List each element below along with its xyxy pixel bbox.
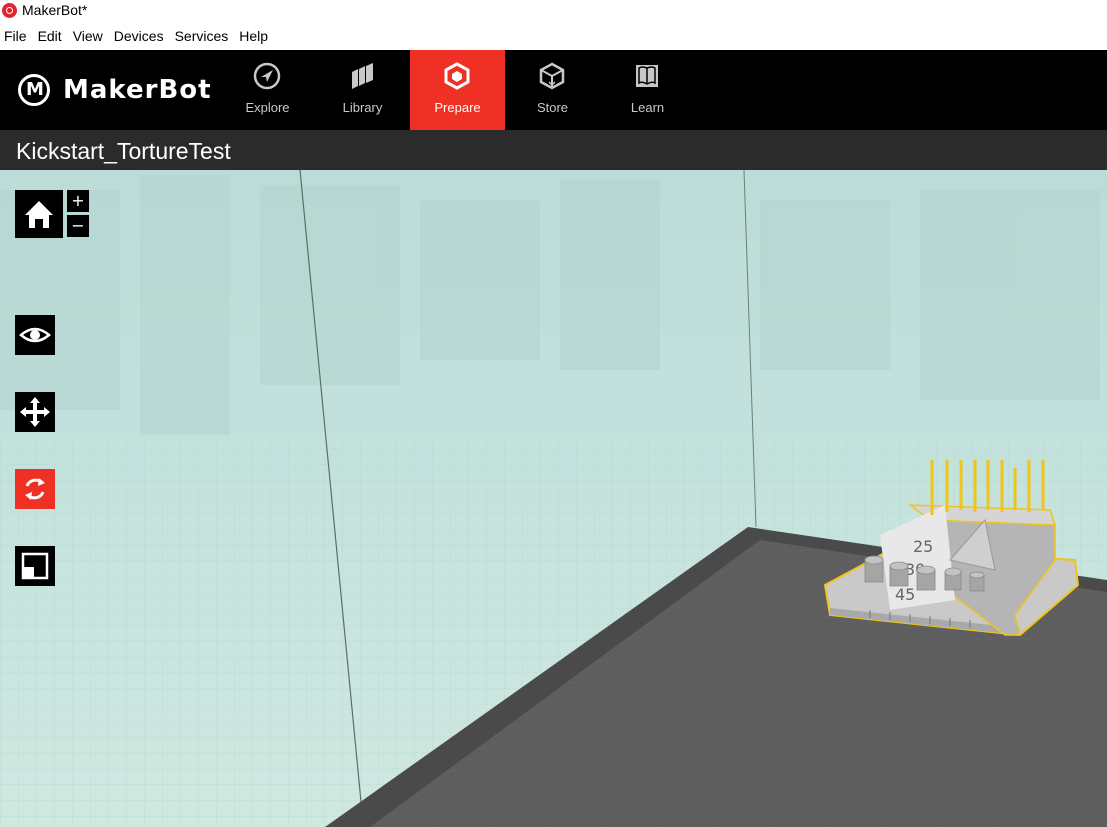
tab-library[interactable]: Library <box>315 50 410 130</box>
learn-icon <box>636 65 658 87</box>
overhang-label-45: 45 <box>895 585 915 604</box>
brand-name: MakerBot <box>63 75 212 105</box>
home-icon <box>25 201 53 228</box>
rotate-button[interactable] <box>15 469 55 509</box>
menu-help[interactable]: Help <box>235 26 274 48</box>
move-icon <box>20 397 50 427</box>
torture-test-model[interactable]: 25 30 45 <box>810 460 1107 780</box>
tab-explore[interactable]: Explore <box>220 50 315 130</box>
scale-button[interactable] <box>15 546 55 586</box>
zoom-out-button[interactable]: − <box>67 215 89 237</box>
store-icon <box>539 62 565 90</box>
menu-devices[interactable]: Devices <box>110 26 170 48</box>
menu-services[interactable]: Services <box>171 26 235 48</box>
view-button[interactable] <box>15 315 55 355</box>
overhang-label-25: 25 <box>913 537 933 556</box>
tab-learn-label: Learn <box>630 100 665 115</box>
tab-explore-label: Explore <box>245 100 290 115</box>
tab-learn[interactable]: Learn <box>600 50 695 130</box>
makerbot-logo-icon <box>18 74 50 106</box>
menu-view[interactable]: View <box>69 26 109 48</box>
rotate-icon <box>25 478 45 500</box>
tab-store-label: Store <box>536 100 569 115</box>
move-button[interactable] <box>15 392 55 432</box>
menu-edit[interactable]: Edit <box>34 26 68 48</box>
home-view-button[interactable] <box>15 190 63 238</box>
tab-prepare-label: Prepare <box>434 100 481 115</box>
eye-icon <box>19 327 51 343</box>
makerbot-app-icon <box>2 3 17 18</box>
tab-prepare[interactable]: Prepare <box>410 50 505 130</box>
project-header: Kickstart_TortureTest <box>0 130 1107 170</box>
tab-store[interactable]: Store <box>505 50 600 130</box>
menu-bar: File Edit View Devices Services Help <box>0 26 1107 48</box>
3d-viewport[interactable]: 25 30 45 + − <box>0 170 1107 827</box>
menu-file[interactable]: File <box>0 26 33 48</box>
scale-icon <box>21 552 49 580</box>
tab-library-label: Library <box>342 100 383 115</box>
prepare-icon <box>444 62 470 90</box>
zoom-in-button[interactable]: + <box>67 190 89 212</box>
project-title: Kickstart_TortureTest <box>16 138 231 164</box>
compass-icon <box>253 62 281 90</box>
title-bar: MakerBot* <box>0 0 1107 22</box>
library-icon <box>352 63 373 89</box>
window-title: MakerBot* <box>22 2 88 18</box>
